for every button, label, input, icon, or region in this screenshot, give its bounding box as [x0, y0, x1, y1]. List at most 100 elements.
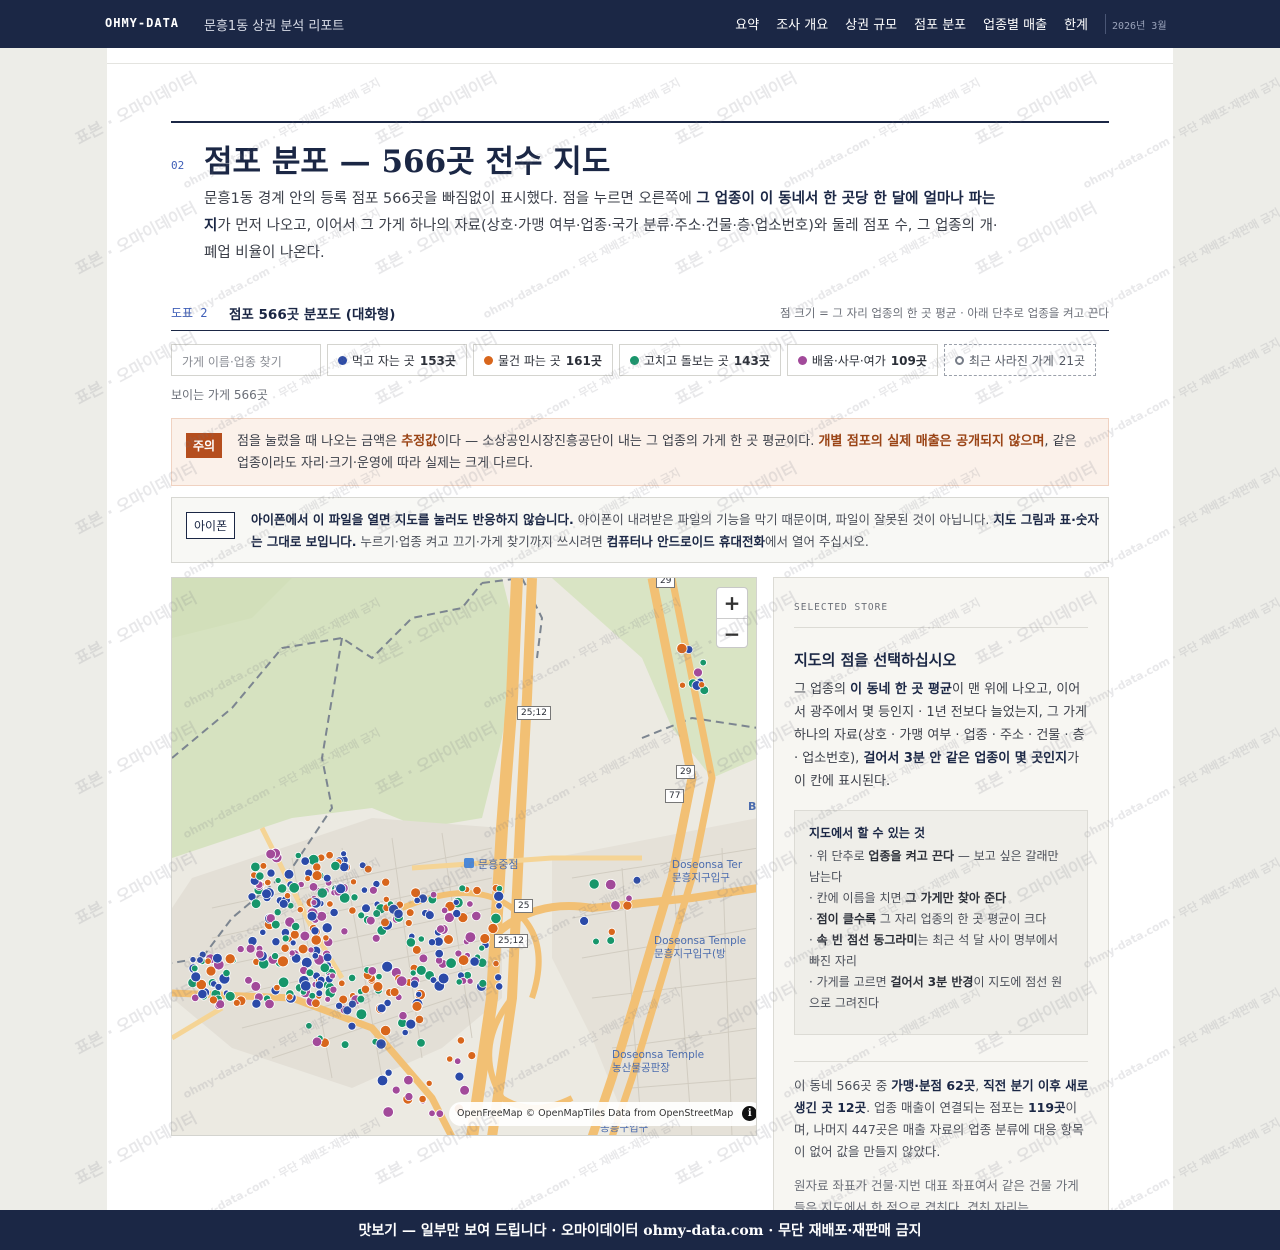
store-marker[interactable]: [363, 864, 373, 874]
store-marker[interactable]: [283, 868, 295, 880]
store-marker[interactable]: [372, 909, 382, 918]
store-marker[interactable]: [357, 911, 366, 920]
store-marker[interactable]: [310, 934, 322, 946]
store-marker[interactable]: [455, 978, 463, 986]
store-marker[interactable]: [273, 983, 281, 992]
store-marker[interactable]: [495, 902, 503, 910]
store-marker[interactable]: [328, 972, 336, 980]
store-marker[interactable]: [381, 877, 391, 887]
store-marker[interactable]: [368, 885, 378, 895]
store-marker[interactable]: [436, 924, 446, 934]
store-marker[interactable]: [288, 882, 300, 894]
store-marker[interactable]: [699, 658, 707, 667]
store-marker[interactable]: [678, 681, 686, 689]
store-marker[interactable]: [372, 981, 384, 993]
store-marker[interactable]: [305, 968, 315, 978]
store-marker[interactable]: [428, 1109, 436, 1117]
store-marker[interactable]: [222, 968, 231, 978]
store-marker[interactable]: [277, 955, 289, 968]
store-marker[interactable]: [197, 988, 208, 1000]
store-marker[interactable]: [291, 921, 301, 932]
store-marker[interactable]: [375, 1038, 387, 1050]
store-marker[interactable]: [250, 861, 261, 873]
store-marker[interactable]: [208, 995, 218, 1005]
store-map[interactable]: 25;12 25;12 25 29 29 77 문흥중점 Doseonsa Te…: [171, 577, 757, 1136]
nav-link-sales-by-industry[interactable]: 업종별 매출: [983, 14, 1047, 33]
store-marker[interactable]: [296, 906, 304, 914]
store-marker[interactable]: [319, 962, 331, 974]
store-marker[interactable]: [398, 1011, 408, 1021]
store-marker[interactable]: [403, 1074, 414, 1086]
store-marker[interactable]: [376, 1074, 389, 1087]
store-marker[interactable]: [340, 1040, 350, 1049]
store-marker[interactable]: [495, 884, 504, 893]
store-marker[interactable]: [361, 903, 371, 914]
store-marker[interactable]: [471, 910, 482, 921]
store-marker[interactable]: [311, 1036, 323, 1048]
store-marker[interactable]: [478, 944, 486, 952]
store-marker[interactable]: [289, 929, 300, 940]
store-marker[interactable]: [588, 878, 600, 890]
store-marker[interactable]: [437, 972, 450, 985]
store-marker[interactable]: [278, 898, 289, 909]
store-marker[interactable]: [250, 981, 262, 992]
store-marker[interactable]: [418, 953, 429, 964]
brand-logo[interactable]: OHMY-DATA: [105, 16, 179, 30]
store-marker[interactable]: [266, 868, 276, 878]
store-marker[interactable]: [196, 956, 204, 964]
store-marker[interactable]: [245, 943, 256, 954]
store-marker[interactable]: [389, 987, 400, 998]
store-marker[interactable]: [375, 972, 383, 981]
store-marker[interactable]: [322, 873, 332, 883]
store-marker[interactable]: [446, 1055, 454, 1063]
store-marker[interactable]: [405, 1018, 417, 1030]
store-marker[interactable]: [478, 978, 488, 988]
store-marker[interactable]: [338, 979, 346, 987]
store-marker[interactable]: [457, 954, 470, 966]
store-marker[interactable]: [382, 1106, 394, 1118]
store-marker[interactable]: [356, 994, 366, 1004]
store-marker[interactable]: [360, 984, 371, 994]
store-marker[interactable]: [413, 896, 421, 905]
store-marker[interactable]: [236, 945, 245, 954]
store-marker[interactable]: [335, 883, 347, 895]
store-marker[interactable]: [259, 862, 268, 870]
store-marker[interactable]: [391, 1085, 401, 1095]
store-marker[interactable]: [264, 878, 272, 887]
store-marker[interactable]: [622, 900, 633, 911]
store-marker[interactable]: [429, 891, 438, 899]
filter-education-office-leisure-button[interactable]: 배움·사무·여가 109곳: [786, 344, 938, 376]
store-marker[interactable]: [676, 642, 688, 655]
store-marker[interactable]: [693, 667, 703, 678]
store-marker[interactable]: [464, 931, 477, 944]
store-marker[interactable]: [316, 887, 328, 899]
store-marker[interactable]: [289, 939, 297, 947]
store-marker[interactable]: [416, 1038, 426, 1048]
store-marker[interactable]: [330, 860, 341, 871]
store-marker[interactable]: [299, 930, 311, 942]
store-marker[interactable]: [306, 910, 318, 922]
store-marker[interactable]: [311, 870, 323, 882]
store-marker[interactable]: [189, 956, 197, 964]
store-marker[interactable]: [214, 982, 223, 991]
filter-retail-button[interactable]: 물건 파는 곳 161곳: [472, 344, 613, 376]
store-marker[interactable]: [277, 883, 288, 894]
store-marker[interactable]: [454, 1057, 462, 1065]
store-marker[interactable]: [325, 851, 334, 860]
zoom-in-button[interactable]: +: [717, 588, 747, 618]
info-icon[interactable]: i: [742, 1106, 756, 1121]
store-marker[interactable]: [271, 952, 280, 961]
store-marker[interactable]: [314, 980, 324, 990]
store-marker[interactable]: [259, 928, 267, 936]
store-marker[interactable]: [261, 888, 272, 900]
store-marker[interactable]: [495, 982, 504, 991]
store-marker[interactable]: [264, 998, 275, 1010]
store-marker[interactable]: [466, 977, 474, 985]
store-marker[interactable]: [380, 1024, 392, 1037]
store-marker[interactable]: [384, 1068, 393, 1077]
store-marker[interactable]: [380, 917, 390, 928]
store-marker[interactable]: [434, 948, 444, 959]
filter-closed-stores-button[interactable]: 최근 사라진 가게 21곳: [943, 344, 1097, 376]
store-marker[interactable]: [297, 943, 309, 955]
store-marker[interactable]: [418, 1094, 427, 1104]
